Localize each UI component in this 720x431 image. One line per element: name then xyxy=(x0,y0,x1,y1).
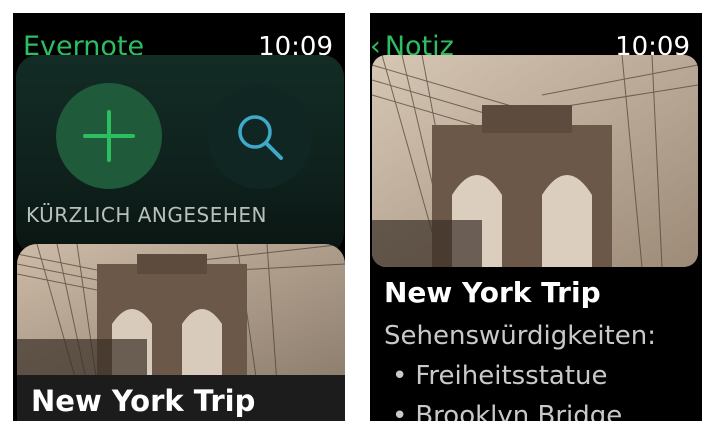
note-heading: Sehenswürdigkeiten: xyxy=(384,321,656,351)
note-image xyxy=(372,55,698,267)
plus-icon xyxy=(83,110,135,162)
note-title: New York Trip xyxy=(384,276,601,309)
bullet-dot: • xyxy=(392,361,408,391)
action-panel: KÜRZLICH ANGESEHEN xyxy=(16,55,344,255)
watch-screen-left: Evernote 10:09 KÜRZLICH ANGESEHEN New Yo… xyxy=(13,13,345,421)
recent-note-card[interactable]: New York Trip xyxy=(17,244,345,421)
watch-screen-right: ‹ Notiz 10:09 New York Trip Sehenswürdig… xyxy=(370,13,702,421)
magnifier-icon xyxy=(238,115,283,160)
list-item: • Brooklyn Bridge xyxy=(392,401,622,421)
recent-header: KÜRZLICH ANGESEHEN xyxy=(26,203,267,227)
new-note-button[interactable] xyxy=(56,83,162,189)
recent-note-title: New York Trip xyxy=(31,384,256,418)
bullet-dot: • xyxy=(392,401,408,421)
brooklyn-bridge-photo xyxy=(17,244,345,384)
search-button[interactable] xyxy=(208,85,312,189)
list-item-label: Brooklyn Bridge xyxy=(415,401,623,421)
brooklyn-bridge-photo xyxy=(372,55,698,267)
list-item-label: Freiheitsstatue xyxy=(415,361,608,391)
list-item: • Freiheitsstatue xyxy=(392,361,608,391)
